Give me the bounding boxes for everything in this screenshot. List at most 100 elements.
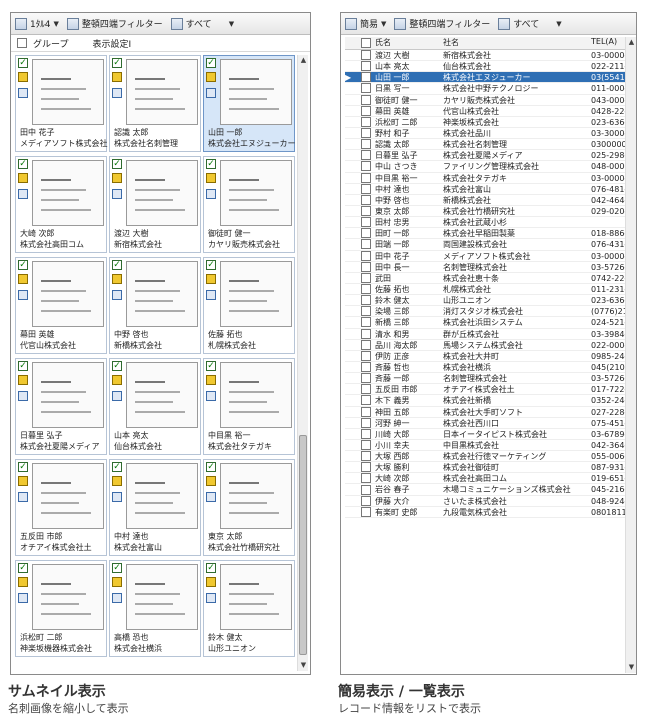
row-checkbox[interactable] bbox=[361, 439, 371, 450]
row-checkbox[interactable] bbox=[361, 139, 371, 150]
table-row[interactable]: 伊防 正彦株式会社大井町0985-24-1111 bbox=[345, 350, 635, 362]
business-card[interactable]: ✓ 中村 達也 株式会社富山 bbox=[109, 459, 201, 556]
table-row[interactable]: 河野 紳一株式会社西川口075-451-1111 bbox=[345, 417, 635, 429]
table-row[interactable]: 神田 五郎株式会社大手町ソフト027-228-0000 bbox=[345, 406, 635, 418]
table-row[interactable]: 中目黒 裕一株式会社タテガキ03-0000-0000 bbox=[345, 172, 635, 184]
row-checkbox[interactable] bbox=[361, 284, 371, 295]
scroll-thumb[interactable] bbox=[299, 435, 307, 655]
header-company[interactable]: 社名 bbox=[441, 37, 589, 49]
filter-button[interactable]: 整頓四端フィルター bbox=[394, 17, 490, 30]
table-row[interactable]: 田中 花子メディアソフト株式会社03-0000-■■ bbox=[345, 250, 635, 262]
row-checkbox[interactable] bbox=[361, 194, 371, 205]
card-checkbox[interactable]: ✓ bbox=[206, 260, 216, 270]
card-checkbox[interactable]: ✓ bbox=[18, 58, 28, 68]
table-row[interactable]: 御徒町 健一カヤリ販売株式会社043-000-●●● bbox=[345, 94, 635, 106]
table-row[interactable]: 大塚 西郎 株式会社行徳マーケティング 055-006-▲▲ bbox=[345, 451, 635, 463]
row-checkbox[interactable] bbox=[361, 362, 371, 372]
table-row[interactable]: 中村 達也株式会社富山076-481-0000 bbox=[345, 183, 635, 195]
table-row[interactable]: 大塚 勝利株式会社御徒町087-931-1111 bbox=[345, 462, 635, 474]
table-row[interactable]: 鈴木 健太山形ユニオン023-636-0000 bbox=[345, 295, 635, 307]
row-checkbox[interactable] bbox=[361, 128, 371, 139]
row-checkbox[interactable] bbox=[361, 473, 371, 484]
table-row[interactable]: 田中 長一名刺管理株式会社03-5726-7210 bbox=[345, 261, 635, 273]
table-row[interactable]: 川崎 大郎日本イータイピスト株式会社03-6789-9900 bbox=[345, 428, 635, 440]
scroll-down-arrow[interactable]: ▼ bbox=[626, 662, 637, 673]
row-checkbox[interactable] bbox=[361, 506, 371, 517]
card-checkbox[interactable]: ✓ bbox=[18, 563, 28, 573]
table-row[interactable]: 清水 和男群が丘株式会社03-3984-1111 bbox=[345, 328, 635, 340]
filter-button[interactable]: 整頓四端フィルター bbox=[66, 17, 163, 30]
row-checkbox[interactable] bbox=[361, 306, 371, 317]
row-checkbox[interactable] bbox=[361, 350, 371, 361]
business-card[interactable]: ✓ 佐藤 拓也 札幌株式会社 bbox=[203, 257, 295, 354]
table-row[interactable]: 有楽町 史郎九段電気株式会社0801811288 bbox=[345, 506, 635, 518]
card-checkbox[interactable]: ✓ bbox=[206, 159, 216, 169]
table-row[interactable]: 染場 三郎消灯スタジオ株式会社(0776)21-000 bbox=[345, 306, 635, 318]
card-checkbox[interactable]: ✓ bbox=[112, 361, 122, 371]
row-checkbox[interactable] bbox=[361, 373, 371, 384]
row-checkbox[interactable] bbox=[361, 228, 371, 239]
table-row[interactable]: 武田株式会社恵十条0742-22-1111 bbox=[345, 272, 635, 284]
row-checkbox[interactable] bbox=[361, 206, 371, 217]
business-card[interactable]: ✓ 日暮里 弘子 株式会社夏陽メディア bbox=[15, 358, 107, 455]
card-checkbox[interactable]: ✓ bbox=[206, 361, 216, 371]
all-dropdown[interactable]: すべて ▼ bbox=[498, 17, 562, 30]
card-checkbox[interactable]: ✓ bbox=[18, 159, 28, 169]
business-card[interactable]: ✓ 東京 太郎 株式会社竹橋研究社 bbox=[203, 459, 295, 556]
all-dropdown[interactable]: すべて ▼ bbox=[170, 17, 234, 30]
business-card[interactable]: ✓ 五反田 市郎 オチアイ株式会社土 bbox=[15, 459, 107, 556]
display-settings-label[interactable]: 表示設定I bbox=[92, 37, 131, 50]
table-row[interactable]: 東京 太郎株式会社竹橋研究社029-020-0000 bbox=[345, 206, 635, 218]
row-checkbox[interactable] bbox=[361, 150, 371, 161]
business-card[interactable]: ✓ 山本 亮太 仙台株式会社 bbox=[109, 358, 201, 455]
table-row[interactable]: 浜松町 二郎神楽坂株式会社023-636-0000 bbox=[345, 116, 635, 128]
card-checkbox[interactable]: ✓ bbox=[206, 58, 216, 68]
row-checkbox[interactable] bbox=[361, 105, 371, 116]
business-card[interactable]: ✓ 認識 太郎 株式会社名刺管理 bbox=[109, 55, 201, 152]
select-all-checkbox[interactable] bbox=[361, 38, 371, 48]
table-row[interactable]: 野村 和子株式会社品川03-3000-0000 bbox=[345, 128, 635, 140]
row-checkbox[interactable] bbox=[361, 328, 371, 339]
row-checkbox[interactable] bbox=[361, 272, 371, 283]
table-row[interactable]: 岩谷 春子木場コミュニケーションズ株式会社045-216-0000 bbox=[345, 484, 635, 496]
card-checkbox[interactable]: ✓ bbox=[112, 58, 122, 68]
row-checkbox[interactable] bbox=[361, 83, 371, 94]
table-row[interactable]: 斉藤 一郎名刺管理株式会社03-5726-7210 bbox=[345, 373, 635, 385]
table-row[interactable]: 認識 太郎株式会社名刺管理0300000000 bbox=[345, 139, 635, 151]
vertical-scrollbar[interactable]: ▲ ▼ bbox=[625, 37, 636, 673]
table-row[interactable]: 伊藤 大介さいたま株式会社048-924-0000 bbox=[345, 495, 635, 507]
scroll-down-arrow[interactable]: ▼ bbox=[298, 660, 309, 671]
table-row[interactable]: 斉藤 哲也株式会社横浜045(210)0000 bbox=[345, 362, 635, 374]
row-checkbox[interactable] bbox=[361, 395, 371, 406]
row-checkbox[interactable] bbox=[361, 406, 371, 417]
business-card[interactable]: ✓ 鈴木 健太 山形ユニオン bbox=[203, 560, 295, 657]
table-row[interactable]: ▶山田 一郎株式会社エヌジューカー03(5541-362 bbox=[345, 72, 635, 84]
row-checkbox[interactable] bbox=[361, 217, 371, 228]
row-checkbox[interactable] bbox=[361, 161, 371, 172]
card-checkbox[interactable]: ✓ bbox=[18, 361, 28, 371]
business-card[interactable]: ✓ 田中 花子 メディアソフト株式会社 bbox=[15, 55, 107, 152]
card-checkbox[interactable]: ✓ bbox=[206, 563, 216, 573]
header-name[interactable]: 氏名 bbox=[373, 37, 441, 49]
row-checkbox[interactable] bbox=[361, 239, 371, 250]
card-checkbox[interactable]: ✓ bbox=[206, 462, 216, 472]
row-checkbox[interactable] bbox=[361, 61, 371, 72]
row-checkbox[interactable] bbox=[361, 384, 371, 395]
row-checkbox[interactable] bbox=[361, 451, 371, 462]
business-card[interactable]: ✓ 幕田 英雄 代官山株式会社 bbox=[15, 257, 107, 354]
row-checkbox[interactable] bbox=[361, 428, 371, 439]
card-checkbox[interactable]: ✓ bbox=[112, 260, 122, 270]
table-row[interactable]: 五反田 市郎オチアイ株式会社土017-722-0000 bbox=[345, 384, 635, 396]
row-checkbox[interactable] bbox=[361, 261, 371, 272]
table-row[interactable]: 田村 忠男 株式会社武蔵小杉 bbox=[345, 217, 635, 229]
table-row[interactable]: 新橋 三郎株式会社浜田システム024-521-0000 bbox=[345, 317, 635, 329]
business-card[interactable]: ✓ 高橋 恐也 株式会社横浜 bbox=[109, 560, 201, 657]
table-row[interactable]: 木下 義男株式会社新橋0352-24-1111 bbox=[345, 395, 635, 407]
row-checkbox[interactable] bbox=[361, 250, 371, 261]
row-checkbox[interactable] bbox=[361, 116, 371, 127]
row-checkbox[interactable] bbox=[361, 462, 371, 473]
table-row[interactable]: 幕田 英雄代官山株式会社0428-22-1111 bbox=[345, 105, 635, 117]
table-row[interactable]: 小川 幸夫中目黒株式会社042-364-1111 bbox=[345, 439, 635, 452]
table-row[interactable]: 田端 一郎両国建設株式会社076-431-0000 bbox=[345, 239, 635, 251]
view-mode-dropdown[interactable]: 1ﾀﾙ4 ▼ bbox=[15, 17, 59, 30]
